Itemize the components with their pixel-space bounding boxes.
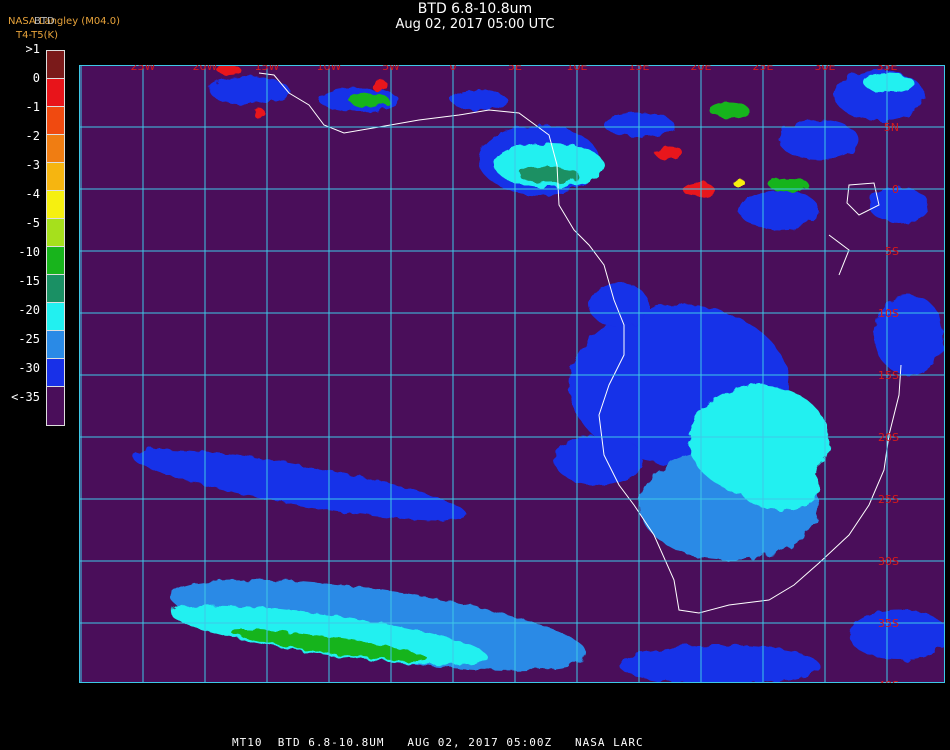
legend-swatch — [46, 330, 65, 358]
longitude-label: 25W — [131, 65, 156, 73]
cloud-red — [371, 79, 387, 91]
cloud-yellow — [733, 179, 745, 187]
cloud-blue — [739, 190, 819, 230]
footer-caption: MT10 BTD 6.8-10.8UM AUG 02, 2017 05:00Z … — [232, 736, 644, 749]
cloud-blue — [209, 76, 289, 104]
latitude-label: 20S — [878, 431, 899, 444]
cloud-green — [349, 93, 389, 107]
cloud-blue — [554, 435, 644, 485]
legend-label: 0 — [32, 71, 40, 85]
legend-swatch — [46, 218, 65, 246]
legend-label: -4 — [25, 187, 40, 201]
legend-swatch — [46, 302, 65, 330]
legend-swatch — [46, 78, 65, 106]
latitude-label: 5S — [885, 245, 899, 258]
legend-label: -20 — [18, 303, 40, 317]
longitude-label: 5W — [382, 65, 400, 73]
legend-label: >1 — [25, 42, 40, 56]
legend-swatch — [46, 386, 65, 426]
cloud-blue — [451, 90, 507, 110]
longitude-label: 25E — [753, 65, 774, 73]
cloud-green — [769, 178, 809, 192]
legend-swatch — [46, 358, 65, 386]
longitude-label: 5E — [508, 65, 522, 73]
latitude-label: 40S — [878, 679, 899, 683]
color-legend — [46, 50, 66, 426]
cloud-blue — [589, 283, 649, 327]
unit-label: T4-T5(K) — [16, 30, 58, 41]
longitude-label: 10E — [567, 65, 588, 73]
legend-swatch — [46, 190, 65, 218]
chart-subtitle: Aug 02, 2017 05:00 UTC — [395, 17, 555, 32]
cloud-cyan — [864, 73, 914, 93]
latitude-label: 5N — [884, 121, 899, 134]
legend-label: <-35 — [11, 390, 40, 404]
satellite-map: 25W 20W 15W 10W 5W 0 5E 10E 15E 20E 25E 30E 35E 5N 0 5… — [79, 65, 945, 683]
credit-label: NASA Langley (M04.0) — [8, 16, 120, 27]
latitude-label: 0 — [892, 183, 899, 196]
legend-swatch — [46, 106, 65, 134]
cloud-green — [709, 102, 749, 118]
legend-label: -25 — [18, 332, 40, 346]
longitude-label: 35E — [877, 65, 898, 73]
latitude-label: 30S — [878, 555, 899, 568]
cloud-red — [253, 108, 265, 118]
longitude-label: 10W — [317, 65, 342, 73]
legend-swatch — [46, 50, 65, 78]
latitude-label: 35S — [878, 617, 899, 630]
legend-label: -1 — [25, 100, 40, 114]
legend-swatch — [46, 274, 65, 302]
legend-swatch — [46, 134, 65, 162]
legend-label: -3 — [25, 158, 40, 172]
latitude-label: 25S — [878, 493, 899, 506]
chart-title: BTD 6.8-10.8um — [417, 1, 533, 17]
longitude-label: 20E — [691, 65, 712, 73]
cloud-red — [683, 183, 715, 197]
longitude-label: 30E — [815, 65, 836, 73]
legend-swatch — [46, 246, 65, 274]
longitude-label: 20W — [193, 65, 218, 73]
cloud-blue — [779, 120, 859, 160]
legend-label: -10 — [18, 245, 40, 259]
bt-label: BTD — [34, 16, 55, 27]
cloud-teal — [519, 167, 579, 183]
longitude-label: 15W — [255, 65, 280, 73]
legend-label: -15 — [18, 274, 40, 288]
longitude-label: 15E — [629, 65, 650, 73]
cloud-red — [217, 65, 241, 75]
legend-swatch — [46, 162, 65, 190]
legend-label: -2 — [25, 129, 40, 143]
longitude-label: 0 — [450, 65, 457, 73]
cloud-cyan — [739, 460, 819, 510]
legend-label: -30 — [18, 361, 40, 375]
latitude-label: 15S — [878, 369, 899, 382]
latitude-label: 10S — [878, 307, 899, 320]
cloud-red — [655, 146, 683, 160]
legend-label: -5 — [25, 216, 40, 230]
